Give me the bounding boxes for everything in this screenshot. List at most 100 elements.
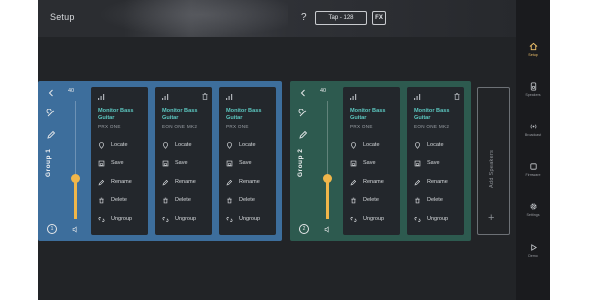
collapse-chevron-icon[interactable] xyxy=(298,88,308,98)
speaker-card[interactable]: Monitor Bass Guitar EON ONE MK2 Locate S… xyxy=(407,87,464,235)
speaker-card[interactable]: Monitor Bass Guitar EON ONE MK2 Locate S… xyxy=(155,87,212,235)
save-button[interactable]: Save xyxy=(226,160,274,168)
header-background-image xyxy=(98,0,288,37)
locate-button[interactable]: Locate xyxy=(414,142,462,150)
page-title: Setup xyxy=(50,12,75,22)
rename-button[interactable]: Rename xyxy=(226,179,274,187)
locate-button[interactable]: Locate xyxy=(162,142,210,150)
speaker-card[interactable]: Monitor Bass Guitar PRX ONE Locate Save … xyxy=(91,87,148,235)
action-label: Ungroup xyxy=(239,216,261,222)
save-button[interactable]: Save xyxy=(350,160,398,168)
ungroup-button[interactable]: Ungroup xyxy=(226,216,274,224)
unlink-icon xyxy=(98,217,105,222)
action-label: Rename xyxy=(363,179,384,185)
mute-speaker-icon[interactable] xyxy=(324,226,331,233)
location-pin-icon xyxy=(351,142,356,149)
app-window: Setup ? Tap - 128 FX Setup Speakers Broa… xyxy=(38,0,550,300)
action-label: Locate xyxy=(427,142,444,148)
ungroup-button[interactable]: Ungroup xyxy=(414,216,462,224)
delete-button[interactable]: Delete xyxy=(414,197,462,205)
speaker-model: PRX ONE xyxy=(226,124,249,129)
speaker-card[interactable]: Monitor Bass Guitar PRX ONE Locate Save … xyxy=(219,87,276,235)
collapse-chevron-icon[interactable] xyxy=(46,88,56,98)
save-button[interactable]: Save xyxy=(98,160,146,168)
nav-label: Speakers xyxy=(525,93,541,97)
rename-button[interactable]: Rename xyxy=(414,179,462,187)
action-label: Save xyxy=(427,160,440,166)
volume-slider-handle[interactable] xyxy=(71,174,80,183)
eq-tool-icon[interactable] xyxy=(46,109,56,119)
action-label: Ungroup xyxy=(363,216,385,222)
chip-icon xyxy=(529,163,537,170)
save-icon xyxy=(414,160,421,167)
unlink-icon xyxy=(414,217,421,222)
fx-button[interactable]: FX xyxy=(372,11,386,25)
delete-button[interactable]: Delete xyxy=(98,197,146,205)
tap-tempo-button[interactable]: Tap - 128 xyxy=(315,11,367,25)
speaker-name: Monitor Bass Guitar xyxy=(162,108,198,121)
delete-button[interactable]: Delete xyxy=(350,197,398,205)
volume-value: 40 xyxy=(68,88,75,94)
gear-icon xyxy=(529,203,537,210)
mute-speaker-icon[interactable] xyxy=(72,226,79,233)
save-icon xyxy=(350,160,357,167)
rename-button[interactable]: Rename xyxy=(162,179,210,187)
rename-button[interactable]: Rename xyxy=(350,179,398,187)
action-label: Ungroup xyxy=(175,216,197,222)
save-icon xyxy=(98,160,105,167)
speaker-name: Monitor Bass Guitar xyxy=(414,108,450,121)
volume-value: 40 xyxy=(320,88,327,94)
nav-label: Demo xyxy=(528,254,538,258)
pencil-icon xyxy=(162,179,169,186)
action-label: Save xyxy=(239,160,252,166)
signal-icon xyxy=(414,94,421,100)
group-number-badge: 2 xyxy=(299,224,309,234)
locate-button[interactable]: Locate xyxy=(226,142,274,150)
unlink-icon xyxy=(162,217,169,222)
ungroup-button[interactable]: Ungroup xyxy=(162,216,210,224)
locate-button[interactable]: Locate xyxy=(98,142,146,150)
locate-button[interactable]: Locate xyxy=(350,142,398,150)
delete-button[interactable]: Delete xyxy=(226,197,274,205)
signal-icon xyxy=(162,94,169,100)
signal-icon xyxy=(98,94,105,100)
volume-slider-fill xyxy=(74,178,77,219)
speaker-model: PRX ONE xyxy=(98,124,121,129)
nav-item-demo[interactable]: Demo xyxy=(516,243,550,273)
nav-label: Firmware xyxy=(525,173,541,177)
action-label: Ungroup xyxy=(427,216,449,222)
nav-label: Settings xyxy=(526,213,540,217)
nav-item-settings[interactable]: Settings xyxy=(516,202,550,232)
speaker-model: EON ONE MK2 xyxy=(162,124,198,129)
volume-slider-handle[interactable] xyxy=(323,174,332,183)
speaker-name: Monitor Bass Guitar xyxy=(98,108,134,121)
delete-button[interactable]: Delete xyxy=(162,197,210,205)
rename-button[interactable]: Rename xyxy=(98,179,146,187)
ungroup-button[interactable]: Ungroup xyxy=(350,216,398,224)
action-label: Rename xyxy=(175,179,196,185)
trash-icon xyxy=(99,197,104,204)
remove-trash-icon[interactable] xyxy=(202,93,208,100)
action-label: Delete xyxy=(175,197,191,203)
action-label: Locate xyxy=(239,142,256,148)
nav-label: Setup xyxy=(528,53,538,57)
plus-icon[interactable]: + xyxy=(488,212,494,224)
nav-item-firmware[interactable]: Firmware xyxy=(516,162,550,192)
unlink-icon xyxy=(350,217,357,222)
speaker-card[interactable]: Monitor Bass Guitar PRX ONE Locate Save … xyxy=(343,87,400,235)
group-controls: 40 Group 1 1 xyxy=(38,81,86,241)
nav-item-broadcast[interactable]: Broadcast xyxy=(516,122,550,152)
save-button[interactable]: Save xyxy=(414,160,462,168)
save-button[interactable]: Save xyxy=(162,160,210,168)
eq-tool-icon[interactable] xyxy=(298,109,308,119)
ungroup-button[interactable]: Ungroup xyxy=(98,216,146,224)
speaker-model: EON ONE MK2 xyxy=(414,124,450,129)
nav-item-speakers[interactable]: Speakers xyxy=(516,82,550,112)
nav-item-setup[interactable]: Setup xyxy=(516,42,550,72)
help-icon[interactable]: ? xyxy=(301,12,307,23)
location-pin-icon xyxy=(163,142,168,149)
remove-trash-icon[interactable] xyxy=(454,93,460,100)
home-icon xyxy=(529,42,537,51)
add-speakers-panel[interactable]: Add Speakers + xyxy=(477,87,510,235)
speaker-name: Monitor Bass Guitar xyxy=(226,108,262,121)
